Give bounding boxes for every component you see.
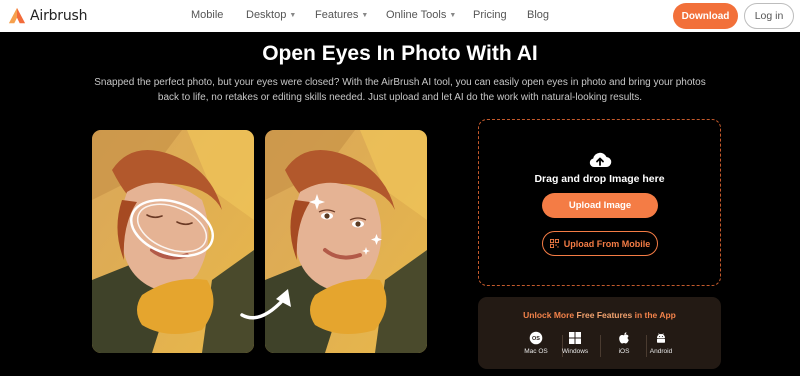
chevron-down-icon: ▼: [449, 12, 457, 19]
qr-code-icon: [549, 239, 559, 248]
nav-pricing-label: Pricing: [473, 9, 507, 21]
nav-mobile-label: Mobile: [191, 9, 224, 21]
nav-desktop-label: Desktop: [246, 9, 287, 21]
svg-text:OS: OS: [532, 336, 540, 342]
upload-from-mobile-label: Upload From Mobile: [563, 238, 651, 249]
nav-features-label: Features: [315, 9, 359, 21]
platform-android[interactable]: Android: [641, 331, 681, 355]
nav-online-tools-label: Online Tools: [386, 9, 447, 21]
chevron-down-icon: ▼: [361, 12, 369, 19]
app-title-highlight: Free Features: [576, 310, 633, 320]
nav-desktop[interactable]: Desktop ▼: [246, 9, 296, 21]
page-description: Snapped the perfect photo, but your eyes…: [94, 77, 706, 103]
top-navbar: Airbrush Mobile Desktop ▼ Features ▼ Onlin…: [0, 0, 800, 32]
android-icon: [657, 333, 665, 343]
platform-macos-label: Mac OS: [524, 348, 548, 355]
upload-dropzone[interactable]: Drag and drop Image here Upload Image Up…: [478, 119, 721, 286]
upload-image-button[interactable]: Upload Image: [542, 193, 658, 218]
nav-blog-label: Blog: [527, 9, 550, 21]
platform-android-label: Android: [649, 348, 673, 355]
cloud-upload-icon: [589, 152, 612, 168]
nav-mobile[interactable]: Mobile: [191, 9, 223, 21]
brand-logo[interactable]: Airbrush: [8, 6, 88, 26]
platform-windows[interactable]: Windows: [555, 331, 595, 355]
platform-macos[interactable]: OS Mac OS: [516, 331, 556, 355]
app-panel-title: Unlock More Free Features in the App: [478, 310, 721, 320]
platform-ios[interactable]: iOS: [604, 331, 644, 355]
page-title: Open Eyes In Photo With AI: [262, 42, 538, 65]
apple-icon: [619, 332, 629, 344]
download-button[interactable]: Download: [673, 3, 738, 29]
nav-online-tools[interactable]: Online Tools ▼: [386, 9, 456, 21]
upload-from-mobile-button[interactable]: Upload From Mobile: [542, 231, 658, 256]
app-download-panel: Unlock More Free Features in the App OS …: [478, 297, 721, 369]
before-photo: [92, 130, 254, 353]
brand-name: Airbrush: [30, 8, 88, 24]
nav-features[interactable]: Features ▼: [315, 9, 368, 21]
curved-arrow-icon: [240, 289, 291, 320]
nav-blog[interactable]: Blog: [527, 9, 549, 21]
airbrush-logo-icon: [8, 7, 26, 24]
windows-icon: [569, 332, 581, 344]
macos-icon: OS: [529, 331, 543, 345]
nav-pricing[interactable]: Pricing: [473, 9, 507, 21]
chevron-down-icon: ▼: [289, 12, 297, 19]
divider: [600, 335, 601, 357]
app-title-suffix: in the App: [632, 310, 676, 320]
login-button[interactable]: Log in: [744, 3, 794, 29]
platform-windows-label: Windows: [561, 348, 589, 355]
drag-drop-text: Drag and drop Image here: [534, 173, 665, 185]
platform-ios-label: iOS: [618, 348, 630, 355]
app-title-prefix: Unlock More: [523, 310, 577, 320]
